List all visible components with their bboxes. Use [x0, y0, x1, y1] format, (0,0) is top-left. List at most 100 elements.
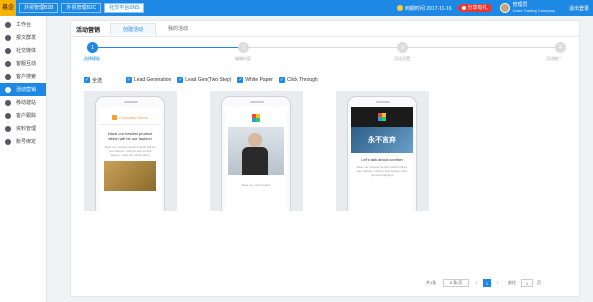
app-logo[interactable]: 易企: [0, 0, 16, 16]
total-count: 共1条: [426, 280, 437, 285]
sidebar-item-campaign[interactable]: 活动营销: [0, 83, 46, 96]
template-filters: ✓ 全选 ✓ Lead Generation ✓ Lead Gen(Two Step)…: [84, 76, 324, 84]
header-right: 到期时间 2017-11-16 分享有礼 管理员 Joker Trading C…: [396, 0, 589, 16]
step-dot-4[interactable]: 4: [555, 42, 566, 53]
template-caption: Meet our new product: [241, 183, 271, 187]
sidebar-item-dashboard[interactable]: 工作台: [0, 18, 46, 31]
share-button[interactable]: 分享有礼: [457, 4, 492, 12]
avatar[interactable]: [499, 3, 510, 13]
template-card[interactable]: 永不言弃 Let's talk about comfort Meet our n…: [336, 91, 429, 211]
sidebar-item-files[interactable]: 资料管理: [0, 122, 46, 135]
step-line-done: [93, 47, 243, 48]
dashboard-icon: [5, 21, 11, 28]
sidebar-item-social[interactable]: 社交媒体: [0, 44, 46, 57]
tab-create-campaign[interactable]: 创建活动: [110, 23, 157, 36]
user-menu[interactable]: 管理员 Joker Trading Company: [512, 3, 555, 14]
brand-bar: [225, 111, 287, 125]
step-dot-1[interactable]: 1: [87, 42, 98, 53]
step-label-4: 活动推广: [546, 56, 562, 61]
gift-icon: [461, 6, 466, 10]
check-icon: ✓: [84, 77, 90, 83]
phone-frame: Meet our new product: [221, 96, 291, 211]
goto-page-input[interactable]: 1: [521, 279, 533, 287]
brand-bar: Company Name: [99, 111, 161, 125]
main-panel: 活动营销 创建活动 我的活动 1 2 3 4 选择模板 编辑内容 活动设置 活动…: [70, 20, 580, 297]
tab-my-campaigns[interactable]: 我的活动: [156, 23, 200, 36]
clock-icon: [396, 5, 403, 11]
top-bar: 易企 外贸管理B2B 外贸管理B2C 社交平台SNS 到期时间 2017-11-…: [0, 0, 593, 16]
logout-link[interactable]: 退出登录: [569, 5, 589, 12]
template-body: Meet our newest product which will be yo…: [104, 145, 156, 157]
search-icon: [5, 73, 11, 80]
sidebar: 工作台 报文群发 社交媒体 客服互动 客户搜索 活动营销 移动建站 客户跟踪 资…: [0, 16, 47, 302]
page-number-current[interactable]: 1: [483, 279, 491, 287]
page-size-select[interactable]: 8 条/页: [443, 279, 469, 287]
phone-frame: 永不言弃 Let's talk about comfort Meet our n…: [347, 96, 417, 211]
track-icon: [5, 112, 11, 119]
filter-lead-gen-two-step[interactable]: ✓ Lead Gen(Two Step): [177, 77, 231, 83]
company-name: Joker Trading Company: [512, 8, 555, 13]
nav-tab-b2c[interactable]: 外贸管理B2C: [61, 3, 102, 13]
filter-white-paper[interactable]: ✓ White Paper: [237, 77, 273, 83]
nav-tab-sns[interactable]: 社交平台SNS: [104, 3, 145, 13]
filter-select-all[interactable]: ✓ 全选: [84, 77, 102, 84]
check-icon: ✓: [177, 77, 184, 83]
step-label-3: 活动设置: [394, 56, 410, 61]
phone-frame: Company Name Have our newest product whi…: [95, 96, 165, 211]
dark-header: [351, 107, 413, 127]
sidebar-item-mobile[interactable]: 移动建站: [0, 96, 46, 109]
nav-tab-b2b[interactable]: 外贸管理B2B: [19, 3, 59, 13]
template-body: Meet our newest product which will be yo…: [356, 165, 408, 177]
sidebar-item-search[interactable]: 客户搜索: [0, 70, 46, 83]
page-suffix: 页: [537, 280, 541, 285]
person-head: [248, 133, 262, 147]
check-icon: ✓: [237, 77, 244, 83]
goto-label: 前往: [508, 280, 516, 285]
sidebar-item-track[interactable]: 客户跟踪: [0, 109, 46, 122]
hero-text: 永不言弃: [368, 137, 396, 144]
step-progress: 1 2 3 4 选择模板 编辑内容 活动设置 活动推广: [71, 39, 579, 63]
filter-click-through[interactable]: ✓ Click Through: [278, 77, 318, 83]
phone-speaker: [124, 101, 138, 103]
folder-icon: [5, 125, 11, 132]
share-icon: [5, 47, 11, 54]
template-headline: Let's talk about comfort: [361, 157, 403, 162]
expiry-text: 到期时间 2017-11-16: [404, 5, 452, 12]
chat-icon: [5, 60, 11, 67]
step-label-1: 选择模板: [84, 56, 100, 61]
phone-speaker: [250, 101, 264, 103]
page-title: 活动营销: [76, 28, 101, 34]
pinwheel-logo-icon: [252, 114, 260, 122]
template-card[interactable]: Meet our new product: [210, 91, 303, 211]
share-label: 分享有礼: [467, 5, 488, 11]
person-body: [242, 147, 268, 175]
template-preview: 永不言弃 Let's talk about comfort Meet our n…: [351, 107, 413, 211]
template-card[interactable]: Company Name Have our newest product whi…: [84, 91, 177, 211]
brand-logo-icon: [112, 115, 118, 120]
product-image: [104, 161, 156, 191]
check-icon: ✓: [278, 77, 285, 83]
step-dot-2[interactable]: 2: [238, 42, 249, 53]
campaign-icon: [5, 86, 11, 93]
step-dot-3[interactable]: 3: [397, 42, 408, 53]
hero-photo: [228, 127, 284, 175]
expiry-notice: 到期时间 2017-11-16: [396, 5, 452, 12]
mail-icon: [5, 34, 11, 41]
brand-name: Company Name: [119, 115, 148, 120]
template-preview: Company Name Have our newest product whi…: [99, 107, 161, 211]
hero-banner: 永不言弃: [351, 127, 413, 153]
sidebar-item-service[interactable]: 客服互动: [0, 57, 46, 70]
next-page-button[interactable]: ›: [497, 280, 498, 285]
prev-page-button[interactable]: ‹: [476, 280, 477, 285]
check-icon: ✓: [126, 77, 133, 83]
page-header: 活动营销 创建活动 我的活动: [76, 23, 200, 36]
sidebar-item-account[interactable]: 账号绑定: [0, 135, 46, 148]
link-icon: [5, 138, 11, 145]
phone-speaker: [376, 101, 390, 103]
template-preview: Meet our new product: [225, 107, 287, 211]
pinwheel-logo-icon: [378, 113, 386, 121]
step-label-2: 编辑内容: [235, 56, 251, 61]
template-headline: Have our newest product which will be ou…: [107, 131, 153, 141]
sidebar-item-mail[interactable]: 报文群发: [0, 31, 46, 44]
filter-lead-generation[interactable]: ✓ Lead Generation: [126, 77, 171, 83]
